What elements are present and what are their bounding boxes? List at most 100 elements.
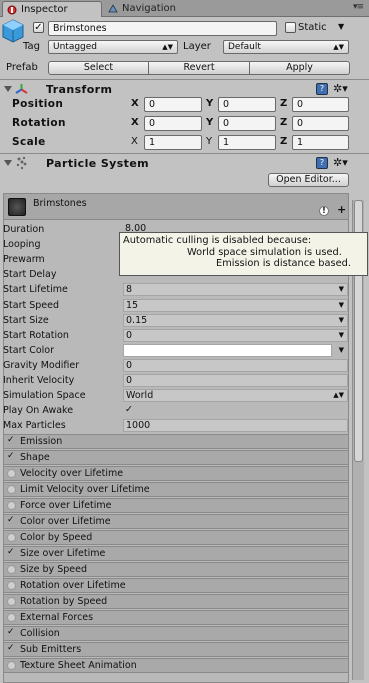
prefab-select-button[interactable]: Select xyxy=(48,61,149,75)
tab-inspector-label: Inspector xyxy=(21,4,68,15)
panel-menu-icon[interactable]: ▾≡ xyxy=(353,2,364,12)
rotation-y-field[interactable]: 0 xyxy=(218,116,276,131)
foldout-arrow-icon[interactable] xyxy=(4,86,12,92)
prefab-revert-button[interactable]: Revert xyxy=(148,61,250,75)
module-color-by-speed[interactable]: Color by Speed xyxy=(3,530,349,545)
position-label: Position xyxy=(12,98,64,110)
property-row-start-rotation: Start Rotation 0 ▼ xyxy=(3,328,348,343)
property-row-start-lifetime: Start Lifetime 8 ▼ xyxy=(3,282,348,297)
property-value-field[interactable]: 0.15 xyxy=(123,313,348,327)
property-value-field[interactable]: 1000 xyxy=(123,419,348,433)
module-velocity-over-lifetime[interactable]: Velocity over Lifetime xyxy=(3,466,349,481)
module-sub-emitters[interactable]: ✓ Sub Emitters xyxy=(3,642,349,657)
help-book-icon[interactable]: ? xyxy=(316,157,328,169)
chevron-down-icon: ▲▼ xyxy=(333,43,344,51)
static-label: Static xyxy=(298,22,327,33)
module-force-over-lifetime[interactable]: Force over Lifetime xyxy=(3,498,349,513)
disabled-toggle-icon[interactable] xyxy=(7,581,16,590)
property-label: Start Delay xyxy=(3,269,57,281)
disabled-toggle-icon[interactable] xyxy=(7,565,16,574)
module-shape[interactable]: ✓ Shape xyxy=(3,450,349,465)
tab-inspector[interactable]: Inspector xyxy=(2,1,102,17)
rotation-z-field[interactable]: 0 xyxy=(292,116,349,131)
transform-header[interactable]: Transform ? ✲▾ xyxy=(0,79,369,99)
checkmark-icon[interactable]: ✓ xyxy=(7,644,16,654)
disabled-toggle-icon[interactable] xyxy=(7,485,16,494)
static-dropdown-arrow-icon[interactable]: ▼ xyxy=(338,22,344,31)
checkmark-icon[interactable]: ✓ xyxy=(7,516,16,526)
axis-y-label: Y xyxy=(206,98,214,109)
tag-dropdown[interactable]: Untagged ▲▼ xyxy=(48,40,178,54)
tab-navigation[interactable]: Navigation xyxy=(104,1,196,17)
prefab-label: Prefab xyxy=(6,62,38,73)
module-label: Velocity over Lifetime xyxy=(20,468,124,479)
module-rotation-over-lifetime[interactable]: Rotation over Lifetime xyxy=(3,578,349,593)
property-value-field[interactable]: 0 xyxy=(123,374,348,387)
property-value-field[interactable] xyxy=(123,343,332,357)
static-checkbox[interactable] xyxy=(285,22,296,33)
chevron-down-icon[interactable]: ▼ xyxy=(339,282,344,297)
help-book-icon[interactable]: ? xyxy=(316,83,328,95)
module-color-over-lifetime[interactable]: ✓ Color over Lifetime xyxy=(3,514,349,529)
property-label: Looping xyxy=(3,239,41,251)
property-value-field[interactable]: 0 xyxy=(123,358,348,372)
module-size-over-lifetime[interactable]: ✓ Size over Lifetime xyxy=(3,546,349,561)
rotation-x-field[interactable]: 0 xyxy=(144,116,202,131)
property-value-field[interactable]: World xyxy=(123,389,348,403)
tooltip-line-2: World space simulation is used. xyxy=(187,246,342,258)
property-row-start-speed: Start Speed 15 ▼ xyxy=(3,298,348,313)
layer-label: Layer xyxy=(183,41,211,52)
module-external-forces[interactable]: External Forces xyxy=(3,610,349,625)
checkmark-icon[interactable]: ✓ xyxy=(7,628,16,638)
layer-dropdown[interactable]: Default ▲▼ xyxy=(223,40,349,54)
scale-z-field[interactable]: 1 xyxy=(292,135,349,150)
chevron-down-icon[interactable]: ▼ xyxy=(339,298,344,313)
position-y-field[interactable]: 0 xyxy=(218,97,276,112)
disabled-toggle-icon[interactable] xyxy=(7,597,16,606)
particle-system-header[interactable]: Particle System ? ✲▾ xyxy=(0,153,369,173)
disabled-toggle-icon[interactable] xyxy=(7,613,16,622)
foldout-arrow-icon[interactable] xyxy=(4,160,12,166)
active-checkbox[interactable]: ✓ xyxy=(33,22,44,33)
chevron-down-icon[interactable]: ▼ xyxy=(339,313,344,328)
gear-icon[interactable]: ✲▾ xyxy=(333,157,348,169)
checkmark-icon[interactable]: ✓ xyxy=(7,436,16,446)
position-x-field[interactable]: 0 xyxy=(144,97,202,112)
property-label: Gravity Modifier xyxy=(3,359,80,371)
info-icon: ! xyxy=(319,206,329,216)
property-value-field[interactable]: ✓ xyxy=(123,404,137,417)
module-collision[interactable]: ✓ Collision xyxy=(3,626,349,641)
checkmark-icon[interactable]: ✓ xyxy=(7,548,16,558)
property-value-field[interactable]: 15 xyxy=(123,298,348,312)
object-name-input[interactable]: Brimstones xyxy=(48,21,277,36)
disabled-toggle-icon[interactable] xyxy=(7,533,16,542)
disabled-toggle-icon[interactable] xyxy=(7,501,16,510)
module-limit-velocity-over-lifetime[interactable]: Limit Velocity over Lifetime xyxy=(3,482,349,497)
property-row-simulation-space: Simulation Space World ▲▼ xyxy=(3,388,348,403)
disabled-toggle-icon[interactable] xyxy=(7,661,16,670)
checkmark-icon[interactable]: ✓ xyxy=(7,452,16,462)
module-label: Force over Lifetime xyxy=(20,500,112,511)
gear-icon[interactable]: ✲▾ xyxy=(333,83,348,95)
module-rotation-by-speed[interactable]: Rotation by Speed xyxy=(3,594,349,609)
chevron-down-icon[interactable]: ▼ xyxy=(339,328,344,343)
module-label: Size over Lifetime xyxy=(20,548,106,559)
prefab-apply-button[interactable]: Apply xyxy=(249,61,350,75)
chevron-down-icon[interactable]: ▲▼ xyxy=(333,388,344,403)
property-label: Duration xyxy=(3,224,45,235)
chevron-down-icon[interactable]: ▼ xyxy=(339,343,344,358)
disabled-toggle-icon[interactable] xyxy=(7,469,16,478)
scale-x-field[interactable]: 1 xyxy=(144,135,202,150)
position-z-field[interactable]: 0 xyxy=(292,97,349,112)
property-label: Start Color xyxy=(3,344,55,356)
module-size-by-speed[interactable]: Size by Speed xyxy=(3,562,349,577)
open-editor-button[interactable]: Open Editor... xyxy=(268,173,349,187)
chevron-down-icon: ▲▼ xyxy=(162,43,173,51)
module-emission[interactable]: ✓ Emission xyxy=(3,434,349,449)
property-value-field[interactable]: 8 xyxy=(123,283,348,297)
add-module-icon[interactable]: + xyxy=(337,204,346,215)
module-texture-sheet-animation[interactable]: Texture Sheet Animation xyxy=(3,658,349,673)
scale-y-field[interactable]: 1 xyxy=(218,135,276,150)
property-value-field[interactable]: 0 xyxy=(123,328,348,342)
module-label: Shape xyxy=(20,452,50,463)
